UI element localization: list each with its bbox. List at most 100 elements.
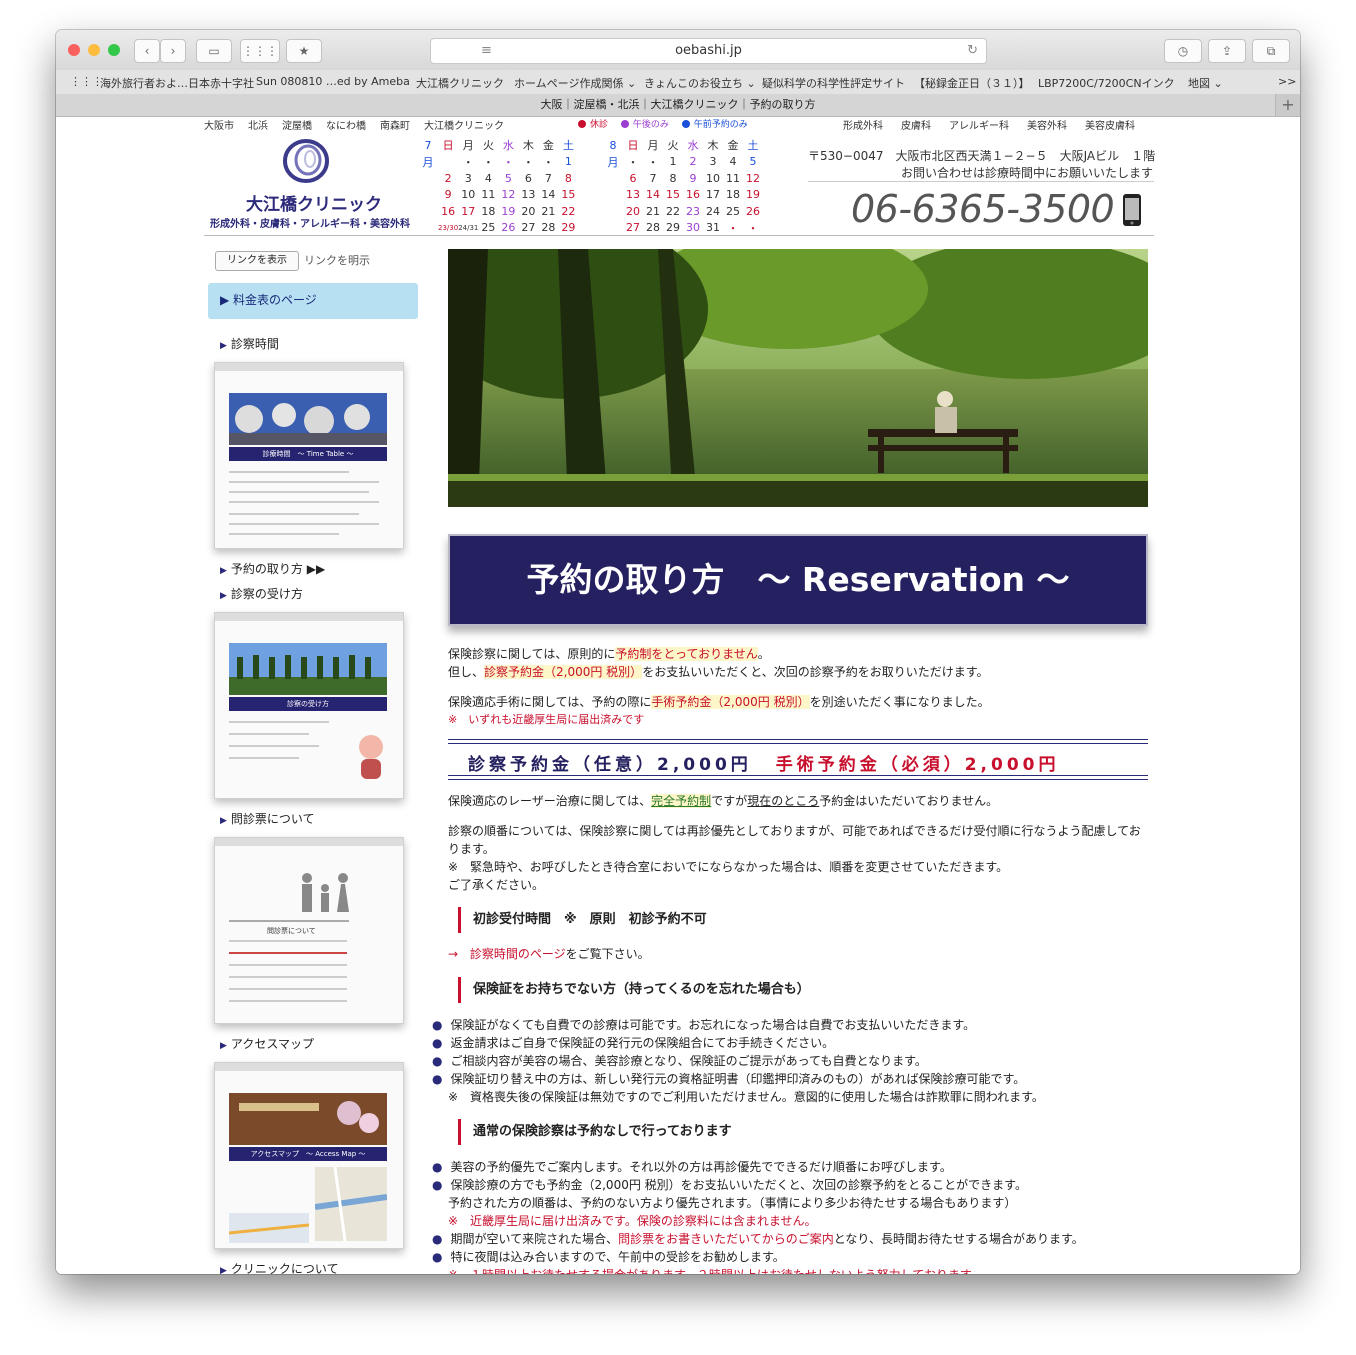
share-icon[interactable]: ⇪ [1208,39,1246,63]
forward-icon[interactable]: › [160,39,186,63]
fees-top-rule [448,739,1148,744]
back-icon[interactable]: ‹ [134,39,160,63]
grid-apps-icon[interactable]: ⋮⋮⋮ [70,75,103,88]
cal-day: 24 [706,204,720,218]
bookmark-star-icon[interactable]: ★ [286,39,322,63]
cal-day: 10 [706,171,720,185]
cal-day: 23 [686,204,700,218]
nav-link[interactable]: 南森町 [380,121,410,132]
bullet-icon: ● [432,1160,443,1174]
show-links-button[interactable]: リンクを表示 [215,251,299,271]
minimize-window-button[interactable] [88,44,100,56]
nav-link[interactable]: 大阪市 [204,121,234,132]
cal-day: 20 [626,204,640,218]
sidebar-item-consultation[interactable]: ▶ 診察の受け方 [220,585,303,602]
bookmark-folder[interactable]: きょんこのお役立ち ⌄ [644,75,756,91]
cal-day: 22 [561,204,576,218]
highlight-text: 手術予約金（2,000円 税別） [651,695,810,709]
dept-link[interactable]: 美容皮膚科 [1085,121,1135,132]
dept-link[interactable]: 皮膚科 [901,121,931,132]
sidebar-item-label: 予約の取り方 ▶▶ [230,562,326,576]
tabs-overview-icon[interactable]: ⧉ [1252,39,1290,63]
bookmarks-overflow-icon[interactable]: >> [1278,75,1296,88]
nav-link[interactable]: 大江橋クリニック [424,121,504,132]
calendar-july: 7 日 月 火 水 木 金 土 月 ・ ・ ・ ・ ・ 1 2 3 4 5 6 … [418,137,578,236]
close-window-button[interactable] [68,44,80,56]
section-heading-no-insurance: 保険証をお持ちでない方（持ってくるのを忘れた場合も） [458,977,810,1003]
phone-number[interactable]: 06-6365-3500 [851,187,1115,231]
thumbnail-consultation[interactable]: 診察の受け方 [214,612,404,799]
intro-line-2: 但し、診察予約金（2,000円 税別）をお支払いいただくと、次回の診察予約をお取… [448,663,989,680]
nav-link[interactable]: 淀屋橋 [282,121,312,132]
new-tab-icon[interactable]: + [1275,94,1300,116]
clinic-name: 大江橋クリニック [246,195,382,215]
sidebar-item-questionnaire[interactable]: ▶ 問診票について [220,810,315,827]
reader-icon[interactable]: ≡ [481,39,492,63]
bookmark-folder[interactable]: ホームページ作成関係 ⌄ [514,75,636,91]
cal-day: ・ [647,155,659,169]
cal-day: 5 [749,155,757,169]
history-icon[interactable]: ◷ [1164,39,1202,63]
list-text: ご相談内容が美容の場合、美容診療となり、保険証のご提示があっても自費となります。 [450,1054,927,1068]
cal-day: 16 [686,188,700,202]
bookmark-folder[interactable]: 地図 ⌄ [1188,75,1223,91]
calendar-legend: 休診 午後のみ 午前予約のみ [568,117,748,130]
top-nav-area: 大阪市 北浜 淀屋橋 なにわ橋 南森町 大江橋クリニック [204,117,518,132]
thumb-title: 診察の受け方 [229,697,387,711]
page-title-banner: 予約の取り方 ～ Reservation ～ [448,534,1148,626]
fees-bottom-rule [448,775,1148,780]
cal-day: 31 [706,221,720,235]
sidebar-icon[interactable]: ▭ [196,39,232,63]
thumbnail-access[interactable]: アクセスマップ ～ Access Map ～ [214,1062,404,1249]
cal-day: 13 [521,188,536,202]
hours-page-link[interactable]: 診察時間のページ [470,947,566,961]
browser-window: ‹ › ▭ ⋮⋮⋮ ★ ⌂ ≡ oebashi.jp ↻ ◷ ⇪ ⧉ ⋮⋮⋮ 海… [56,30,1300,1274]
dept-link[interactable]: 美容外科 [1027,121,1067,132]
highlight-links-text[interactable]: リンクを明示 [304,252,370,268]
sidebar-item-hours[interactable]: ▶ 診察時間 [220,335,279,352]
nav-link[interactable]: 北浜 [248,121,268,132]
bookmark-item[interactable]: 大江橋クリニック [416,75,504,91]
active-tab-title[interactable]: 大阪｜淀屋橋・北浜｜大江橋クリニック｜予約の取り方 [541,98,816,111]
clinic-logo[interactable]: 大江橋クリニック 形成外科・皮膚科・アレルギー科・美容外科 [204,135,416,235]
cal-day: ・ [627,155,639,169]
bookmark-item[interactable]: 【秘録金正日（３１）】 [914,75,1030,91]
dept-link[interactable]: アレルギー科 [949,121,1009,132]
calendar-august: 8 日 月 火 水 木 金 土 月 ・ ・ 1 2 3 4 5 6 7 8 9 … [603,137,763,236]
cal-day: 7 [649,171,657,185]
list-item: ● 保険証切り替え中の方は、新しい発行元の資格証明書（印鑑押印済みのもの）があれば… [432,1070,1025,1087]
cal-month-label: 月 [607,155,619,169]
sidebar-item-about[interactable]: ▶ クリニックについて [220,1260,339,1274]
bookmark-item[interactable]: 疑似科学の科学性評定サイト [762,75,905,91]
thumbnail-hours[interactable]: 診療時間 ～ Time Table ～ [214,362,404,549]
cal-weekday: 金 [542,139,554,153]
thumbnail-questionnaire[interactable]: 問診票について [214,837,404,1024]
bookmark-item[interactable]: Sun 080810 …ed by Ameba [256,75,410,88]
bookmark-item[interactable]: LBP7200C/7200CNインク [1038,75,1175,91]
bookmark-item[interactable]: 海外旅行者およ…日本赤十字社 [100,75,254,91]
cal-day: 14 [541,188,556,202]
cal-day: 22 [666,204,680,218]
clinic-departments: 形成外科・皮膚科・アレルギー科・美容外科 [210,219,410,230]
cal-day: 26 [501,221,516,235]
price-list-link[interactable]: ▶ 料金表のページ [208,283,418,319]
cal-weekday: 木 [707,139,719,153]
cal-day: 17 [706,188,720,202]
cal-day: 3 [464,171,472,185]
address-bar[interactable]: ≡ oebashi.jp ↻ [430,38,987,64]
zoom-window-button[interactable] [108,44,120,56]
dept-link[interactable]: 形成外科 [843,121,883,132]
cal-weekday: 土 [747,139,759,153]
sidebar-item-access[interactable]: ▶ アクセスマップ [220,1035,314,1052]
list-note: ※ 近畿厚生局に届け出済みです。保険の診察料には含まれません。 [448,1214,817,1228]
reload-icon[interactable]: ↻ [967,39,978,63]
list-item: ● 美容の予約優先でご案内します。それ以外の方は再診優先でできるだけ順番にお呼びし… [432,1158,952,1175]
order-paragraph: ご了承ください。 [448,878,545,892]
cal-weekday: 日 [442,139,454,153]
nav-link[interactable]: なにわ橋 [326,121,366,132]
list-text: となり、長時間お待たせする場合があります。 [833,1232,1084,1246]
sidebar-item-reservation[interactable]: ▶ 予約の取り方 ▶▶ [220,560,325,577]
top-sites-icon[interactable]: ⋮⋮⋮ [240,39,280,63]
cal-day: ・ [502,155,514,169]
cal-day: 15 [561,188,576,202]
